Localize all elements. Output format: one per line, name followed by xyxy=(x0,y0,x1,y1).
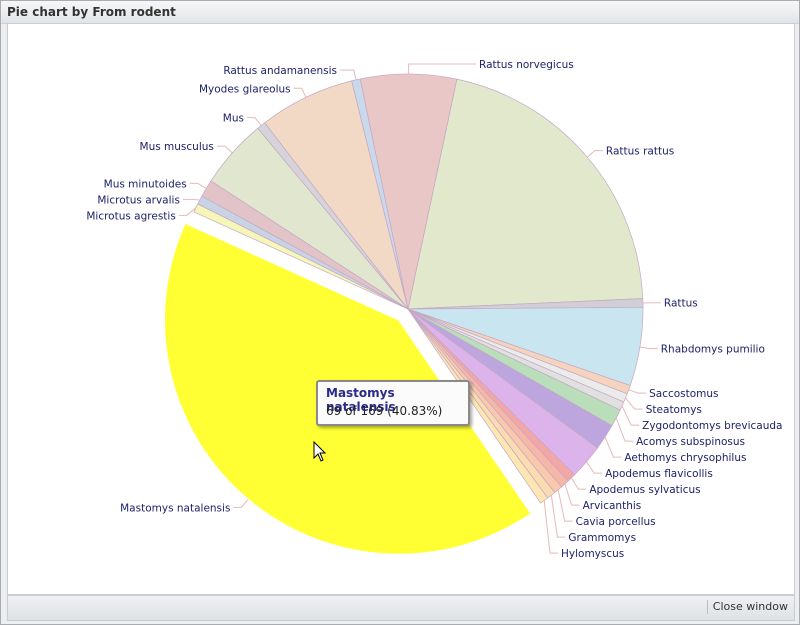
slice-label: Cavia porcellus xyxy=(576,516,656,528)
window-titlebar: Pie chart by From rodent xyxy=(1,1,799,24)
leader-line xyxy=(216,145,233,154)
leader-line xyxy=(246,117,262,126)
slice-label: Hylomyscus xyxy=(561,548,624,560)
leader-line xyxy=(293,87,307,98)
slice-label: Apodemus flavicollis xyxy=(605,468,713,480)
chart-window: Pie chart by From rodent Rattus norvegic… xyxy=(0,0,800,625)
leader-line xyxy=(639,346,658,350)
slice-label: Apodemus sylvaticus xyxy=(589,484,700,496)
slice-label: Steatomys xyxy=(646,404,702,416)
leader-line xyxy=(182,198,200,201)
footer-divider xyxy=(707,600,708,614)
leader-line xyxy=(586,461,603,474)
slice-label: Microtus agrestis xyxy=(86,210,175,222)
leader-line xyxy=(189,182,207,189)
slice-label: Rattus xyxy=(664,298,698,310)
leader-line xyxy=(615,417,634,442)
pie-chart: Rattus norvegicus Rattus rattus Rattus Rhab… xyxy=(86,59,782,560)
leader-line xyxy=(178,207,197,216)
slice-label: Saccostomus xyxy=(649,388,718,400)
leader-line xyxy=(408,63,476,75)
slice-label: Arvicanthis xyxy=(583,500,642,512)
leader-line xyxy=(340,69,357,80)
leader-line xyxy=(557,489,573,522)
slice-label: Grammomys xyxy=(568,532,636,544)
leader-line xyxy=(604,436,622,458)
slice-label: Microtus arvalis xyxy=(97,194,180,206)
slice-label: Rattus andamanensis xyxy=(223,65,337,77)
slice-label: Mus xyxy=(223,113,244,125)
slice-label: Mus musculus xyxy=(140,141,214,153)
leader-line xyxy=(625,397,643,410)
chart-tooltip: Mastomys natalensis 69 of 169 (40.83%) xyxy=(316,380,470,426)
slice-label: Rattus norvegicus xyxy=(479,59,574,71)
mouse-cursor-icon xyxy=(313,441,327,462)
leader-line xyxy=(628,389,647,394)
slice-label: Acomys subspinosus xyxy=(636,436,745,448)
slice-label: Myodes glareolus xyxy=(199,83,291,95)
leader-line xyxy=(570,477,587,490)
close-window-button[interactable]: Close window xyxy=(713,600,788,613)
leader-line xyxy=(233,499,249,508)
chart-panel: Rattus norvegicus Rattus rattus Rattus Rhab… xyxy=(7,23,795,595)
slice-label: Aethomys chrysophilus xyxy=(624,452,746,464)
window-title: Pie chart by From rodent xyxy=(7,5,176,19)
leader-line xyxy=(586,150,603,158)
window-footer: Close window xyxy=(7,595,795,621)
slice-label: Mastomys natalensis xyxy=(120,502,230,514)
slice-label: Rattus rattus xyxy=(606,146,674,158)
tooltip-value: 69 of 169 (40.83%) xyxy=(326,404,443,418)
slice-label: Zygodontomys brevicauda xyxy=(642,420,782,432)
slice-label: Rhabdomys pumilio xyxy=(661,344,765,356)
slice-label: Mus minutoides xyxy=(104,178,187,190)
